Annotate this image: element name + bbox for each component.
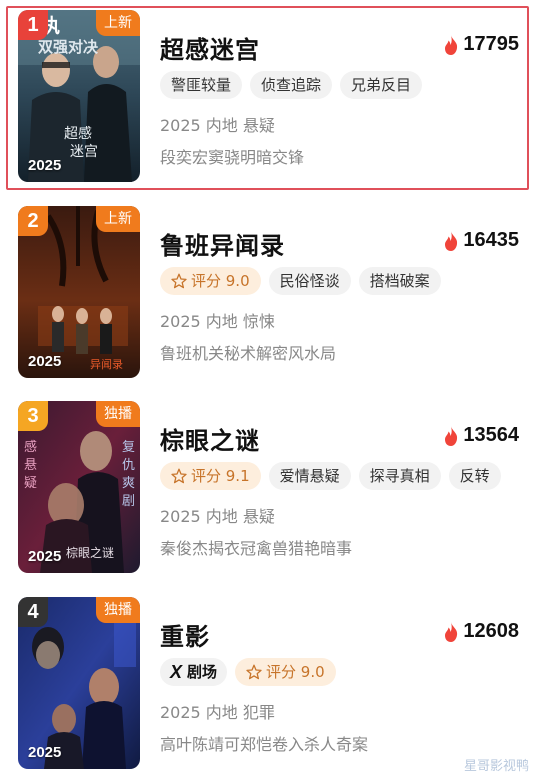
heat-score: 13564 [443, 424, 519, 447]
genre-tag[interactable]: 侦查追踪 [250, 71, 333, 99]
theater-brand-chip[interactable]: X 剧场 [160, 658, 228, 686]
list-item[interactable]: 异闻录 2 上新 2025 鲁班异闻录 16435 评分 9.0 民俗怪谈 搭档… [0, 196, 537, 386]
flame-icon [445, 230, 458, 251]
heat-score: 12608 [443, 620, 519, 643]
show-description: 鲁班机关秘术解密风水局 [160, 344, 337, 363]
genre-tag[interactable]: 民俗怪谈 [268, 267, 351, 295]
rating-chip: 评分 9.1 [160, 462, 261, 490]
genre-tag[interactable]: 爱情悬疑 [268, 462, 351, 490]
poster-image[interactable]: 感 悬 疑 复 仇 爽 剧 棕眼之谜 3 独播 2025 [18, 401, 140, 573]
poster-year: 2025 [28, 157, 62, 174]
star-icon [171, 468, 187, 484]
svg-text:悬: 悬 [24, 458, 37, 473]
svg-text:棕眼之谜: 棕眼之谜 [66, 545, 114, 560]
tag-row: 评分 9.0 民俗怪谈 搭档破案 [160, 267, 441, 295]
svg-text:复: 复 [122, 440, 135, 455]
rank-badge: 3 [18, 401, 48, 431]
rank-badge: 4 [18, 597, 48, 627]
svg-text:感: 感 [24, 439, 37, 455]
tag-row: 评分 9.1 爱情悬疑 探寻真相 反转 [160, 462, 501, 490]
heat-value: 12608 [463, 620, 519, 642]
genre-tag[interactable]: 兄弟反目 [340, 71, 423, 99]
flame-icon [445, 425, 458, 446]
flame-icon [445, 34, 458, 55]
rating-value: 评分 9.0 [266, 663, 325, 681]
poster-year: 2025 [28, 548, 62, 565]
list-item[interactable]: 感 悬 疑 复 仇 爽 剧 棕眼之谜 3 独播 2025 棕眼之谜 13564 … [0, 391, 537, 581]
tag-row: X 剧场 评分 9.0 [160, 658, 336, 686]
heat-score: 17795 [443, 33, 519, 56]
svg-text:异闻录: 异闻录 [90, 357, 123, 371]
rating-chip: 评分 9.0 [160, 267, 261, 295]
svg-text:迷宫: 迷宫 [70, 144, 98, 160]
watermark: 星哥影视鸭 [463, 759, 529, 774]
show-title[interactable]: 棕眼之谜 [160, 421, 260, 456]
show-title[interactable]: 超感迷宫 [160, 30, 260, 65]
new-badge: 上新 [96, 10, 140, 36]
show-title[interactable]: 重影 [160, 617, 210, 652]
list-item[interactable]: 4 独播 2025 重影 12608 X 剧场 评分 9.0 2025 内地 犯… [0, 587, 537, 777]
show-description: 高叶陈靖可郑恺卷入杀人奇案 [160, 735, 369, 754]
poster-image[interactable]: 4 独播 2025 [18, 597, 140, 769]
heat-value: 16435 [463, 229, 519, 251]
star-icon [171, 273, 187, 289]
rating-chip: 评分 9.0 [235, 658, 336, 686]
rank-badge: 1 [18, 10, 48, 40]
svg-text:超感: 超感 [64, 125, 92, 142]
show-meta: 2025 内地 悬疑 [160, 507, 275, 526]
show-title[interactable]: 鲁班异闻录 [160, 226, 285, 261]
svg-text:双强对决: 双强对决 [38, 38, 99, 56]
theater-brand-label: 剧场 [187, 663, 218, 681]
show-description: 秦俊杰揭衣冠禽兽猎艳暗事 [160, 539, 353, 558]
poster-image[interactable]: 异闻录 2 上新 2025 [18, 206, 140, 378]
genre-tag[interactable]: 反转 [448, 462, 501, 490]
show-meta: 2025 内地 犯罪 [160, 703, 275, 722]
rating-value: 评分 9.0 [191, 272, 250, 290]
star-icon [246, 664, 262, 680]
list-item[interactable]: 恶执 双强对决 超感 迷宫 1 上新 2025 超感迷宫 17795 警匪较量 … [0, 0, 537, 190]
genre-tag[interactable]: 搭档破案 [358, 267, 441, 295]
svg-text:剧: 剧 [122, 494, 135, 509]
show-meta: 2025 内地 惊悚 [160, 312, 275, 331]
new-badge: 上新 [96, 206, 140, 232]
svg-text:仇: 仇 [122, 458, 135, 473]
svg-text:疑: 疑 [24, 475, 37, 491]
genre-tag[interactable]: 探寻真相 [358, 462, 441, 490]
tag-row: 警匪较量 侦查追踪 兄弟反目 [160, 71, 423, 99]
show-meta: 2025 内地 悬疑 [160, 116, 275, 135]
rating-value: 评分 9.1 [191, 467, 250, 485]
heat-value: 17795 [463, 33, 519, 55]
heat-score: 16435 [443, 229, 519, 252]
poster-year: 2025 [28, 744, 62, 761]
exclusive-badge: 独播 [96, 401, 140, 427]
poster-year: 2025 [28, 353, 62, 370]
show-description: 段奕宏窦骁明暗交锋 [160, 148, 305, 167]
svg-text:爽: 爽 [122, 476, 135, 491]
rank-badge: 2 [18, 206, 48, 236]
poster-image[interactable]: 恶执 双强对决 超感 迷宫 1 上新 2025 [18, 10, 140, 182]
heat-value: 13564 [463, 424, 519, 446]
genre-tag[interactable]: 警匪较量 [160, 71, 243, 99]
exclusive-badge: 独播 [96, 597, 140, 623]
x-theater-icon: X [170, 662, 183, 682]
flame-icon [445, 621, 458, 642]
